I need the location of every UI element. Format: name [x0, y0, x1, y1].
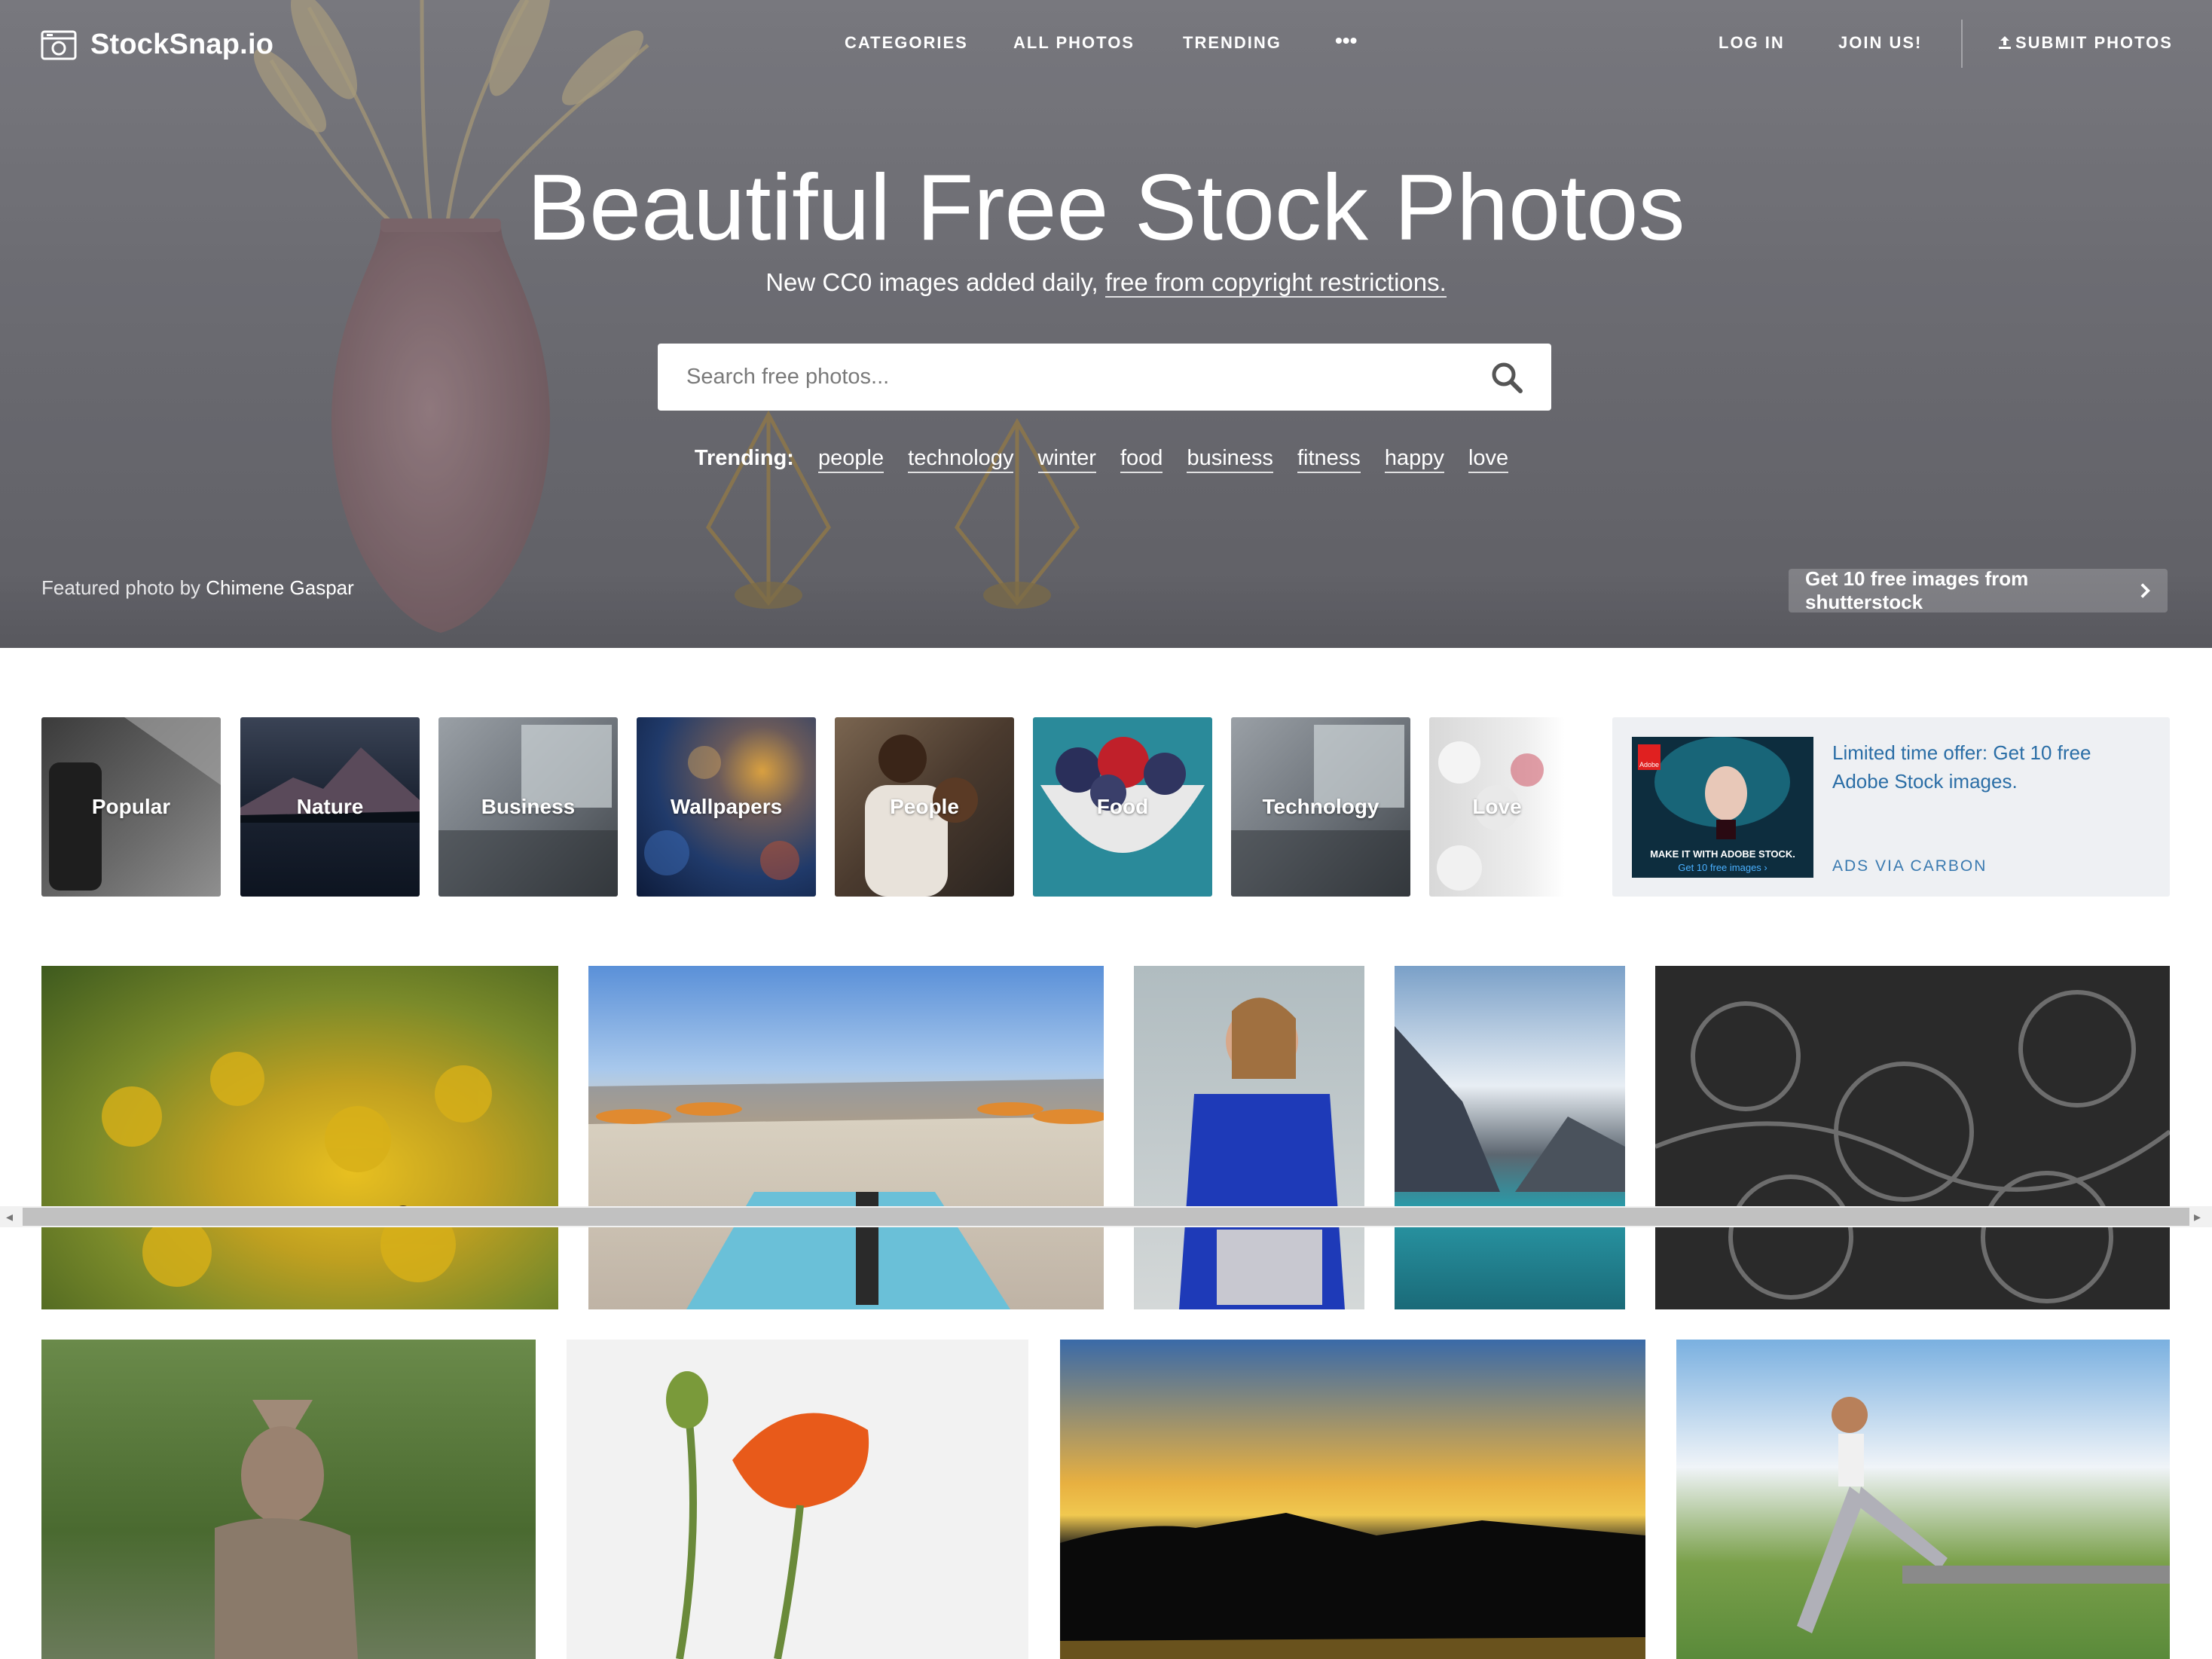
trending-label: Trending: [694, 446, 794, 470]
horizontal-scrollbar[interactable]: ◂ ▸ [0, 1206, 2212, 1227]
nav-trending[interactable]: TRENDING [1183, 33, 1282, 53]
scrollbar-thumb[interactable] [23, 1208, 2189, 1226]
scroll-left-icon[interactable]: ◂ [6, 1210, 13, 1224]
adobe-mark: Adobe [1639, 761, 1660, 768]
category-label: Nature [296, 795, 364, 818]
trending-tag[interactable]: business [1187, 446, 1273, 473]
ad-text-link[interactable]: Limited time offer: Get 10 free Adobe St… [1832, 738, 2149, 796]
category-label: Popular [91, 795, 171, 818]
category-wallpapers[interactable]: Wallpapers [637, 717, 816, 897]
category-label: People [890, 795, 959, 818]
category-popular[interactable]: Popular [41, 717, 221, 897]
nav-categories[interactable]: CATEGORIES [845, 33, 968, 53]
category-label: Technology [1262, 795, 1379, 818]
category-love[interactable]: Love [1429, 717, 1565, 897]
trending-tag[interactable]: happy [1384, 446, 1444, 473]
trending-tag[interactable]: food [1120, 446, 1163, 473]
trending-tags: Trending: people technology winter food … [0, 446, 2212, 473]
photo-mountain-lake[interactable] [1395, 966, 1625, 1309]
photo-deer[interactable] [41, 1340, 536, 1659]
nav-login[interactable]: LOG IN [1719, 33, 1785, 53]
trending-tag[interactable]: technology [908, 446, 1014, 473]
hero-subtitle: New CC0 images added daily, free from co… [0, 268, 2212, 298]
nav-divider [1961, 20, 1963, 68]
upload-icon [1999, 36, 2011, 49]
nav-join[interactable]: JOIN US! [1838, 33, 1922, 53]
chevron-right-icon [2140, 583, 2150, 598]
category-label: Food [1096, 795, 1149, 818]
trending-tag[interactable]: fitness [1297, 446, 1361, 473]
category-business[interactable]: Business [438, 717, 618, 897]
carbon-ad[interactable]: Adobe MAKE IT WITH ADOBE STOCK. Get 10 f… [1612, 717, 2170, 897]
ads-via-carbon-link[interactable]: ADS VIA CARBON [1832, 857, 1987, 875]
hero-overlay [0, 0, 2212, 648]
trending-tag[interactable]: winter [1037, 446, 1096, 473]
featured-prefix: Featured photo by [41, 576, 206, 599]
hero-subtitle-text: New CC0 images added daily, [765, 268, 1105, 296]
category-label: Love [1472, 795, 1522, 818]
category-people[interactable]: People [835, 717, 1014, 897]
ad-image-caption: MAKE IT WITH ADOBE STOCK. [1650, 848, 1795, 860]
hero-section: StockSnap.io CATEGORIES ALL PHOTOS TREND… [0, 0, 2212, 648]
photo-woman-laptop[interactable] [1134, 966, 1364, 1309]
ad-image[interactable]: Adobe MAKE IT WITH ADOBE STOCK. Get 10 f… [1632, 737, 1813, 878]
photo-sunset-trees[interactable] [1060, 1340, 1645, 1659]
submit-photos-label: SUBMIT PHOTOS [2015, 33, 2173, 52]
scroll-right-icon[interactable]: ▸ [2194, 1210, 2201, 1224]
category-label: Wallpapers [670, 795, 783, 818]
nav-more-icon[interactable]: ••• [1335, 29, 1357, 53]
search-icon[interactable] [1489, 360, 1524, 395]
shutterstock-button[interactable]: Get 10 free images from shutterstock [1789, 567, 2168, 613]
category-food[interactable]: Food [1033, 717, 1212, 897]
photo-yellow-flowers[interactable] [41, 966, 558, 1309]
category-nature[interactable]: Nature [240, 717, 420, 897]
photo-poppy-flower[interactable] [567, 1340, 1028, 1659]
photo-woman-stretching[interactable] [1676, 1340, 2170, 1659]
copyright-link[interactable]: free from copyright restrictions. [1104, 268, 1447, 298]
photo-black-lace[interactable] [1655, 966, 2170, 1309]
search-bar [658, 344, 1551, 411]
shutterstock-label: Get 10 free images from shutterstock [1805, 567, 2029, 613]
trending-tag[interactable]: love [1468, 446, 1509, 473]
nav-all-photos[interactable]: ALL PHOTOS [1013, 33, 1135, 53]
ad-image-subcaption: Get 10 free images › [1678, 862, 1767, 873]
featured-author-link[interactable]: Chimene Gaspar [206, 576, 354, 599]
trending-tag[interactable]: people [818, 446, 884, 473]
photo-pool-resort[interactable] [588, 966, 1104, 1309]
category-technology[interactable]: Technology [1231, 717, 1410, 897]
hero-title: Beautiful Free Stock Photos [527, 156, 1685, 260]
search-input[interactable] [685, 364, 1489, 390]
featured-credit: Featured photo by Chimene Gaspar [41, 576, 354, 600]
top-navigation: CATEGORIES ALL PHOTOS TRENDING ••• LOG I… [0, 29, 2212, 59]
nav-submit-photos[interactable]: SUBMIT PHOTOS [1997, 33, 2173, 53]
category-label: Business [481, 795, 576, 818]
